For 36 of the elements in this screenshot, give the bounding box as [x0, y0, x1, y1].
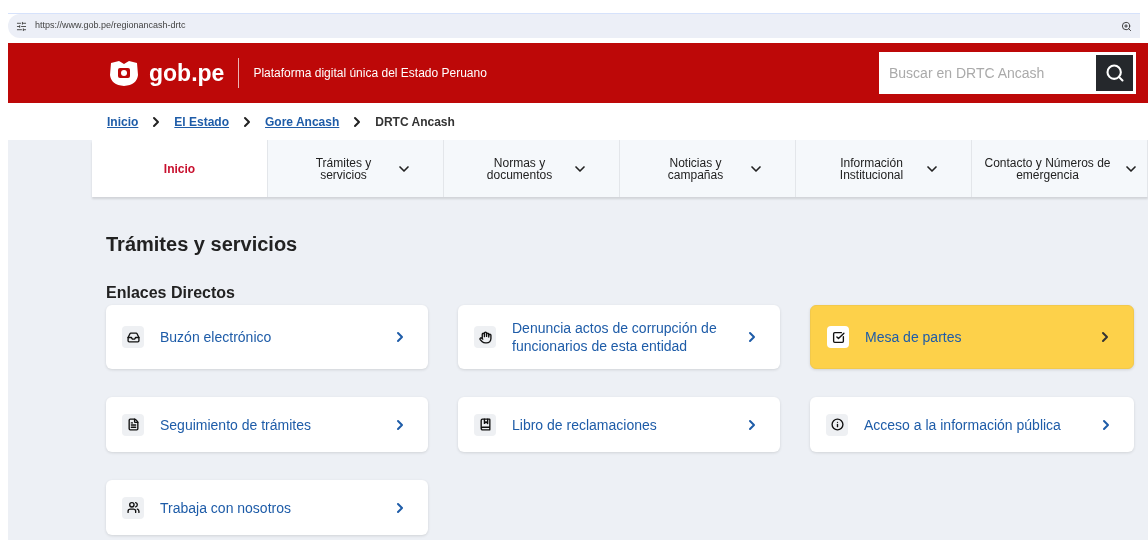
search-button[interactable] — [1096, 55, 1133, 91]
link-card[interactable]: Trabaja con nosotros — [106, 480, 428, 535]
info-icon — [826, 413, 848, 436]
breadcrumb-link[interactable]: El Estado — [174, 112, 230, 131]
nav-tab[interactable]: Normas y documentos — [444, 140, 620, 197]
section-title: Trámites y servicios — [106, 232, 299, 253]
nav-tab[interactable]: Información Institucional — [796, 140, 972, 197]
link-card[interactable]: Libro de reclamaciones — [458, 397, 780, 452]
breadcrumb-link[interactable]: Gore Ancash — [265, 112, 340, 131]
link-card[interactable]: Denuncia actos de corrupción de funcionarios de esta entidad — [458, 305, 780, 369]
link-card[interactable]: Buzón electrónico — [106, 305, 428, 369]
address-bar[interactable]: https://www.gob.pe/regionancash-drtc — [8, 14, 1140, 38]
site-settings-icon[interactable] — [16, 20, 27, 32]
link-card[interactable]: Seguimiento de trámites — [106, 397, 428, 452]
checklist-icon — [827, 326, 849, 348]
crest-icon — [107, 59, 141, 87]
breadcrumb-link[interactable]: Inicio — [107, 112, 139, 131]
users-icon — [122, 496, 144, 519]
search-box[interactable]: Buscar en DRTC Ancash — [879, 52, 1136, 94]
tagline: Plataforma digital única del Estado Peruano — [253, 65, 487, 82]
search-icon — [1104, 63, 1125, 83]
nav-tab[interactable]: Trámites y servicios — [268, 140, 444, 197]
link-card[interactable]: Acceso a la información pública — [810, 397, 1134, 452]
logo-text[interactable]: gob.pe — [149, 55, 225, 91]
book-icon — [474, 413, 496, 436]
link-card[interactable]: Mesa de partes — [810, 305, 1134, 369]
url-text: https://www.gob.pe/regionancash-drtc — [35, 19, 187, 33]
breadcrumb-current: DRTC Ancash — [375, 113, 455, 131]
document-icon — [122, 413, 144, 436]
nav-tab[interactable]: Inicio — [92, 140, 268, 197]
nav-tab[interactable]: Contacto y Números de emergencia — [972, 140, 1148, 197]
nav-tab[interactable]: Noticias y campañas — [620, 140, 796, 197]
hand-icon — [474, 326, 496, 348]
subsection-title: Enlaces Directos — [106, 283, 236, 301]
inbox-icon — [122, 326, 144, 348]
zoom-icon[interactable] — [1121, 20, 1132, 32]
